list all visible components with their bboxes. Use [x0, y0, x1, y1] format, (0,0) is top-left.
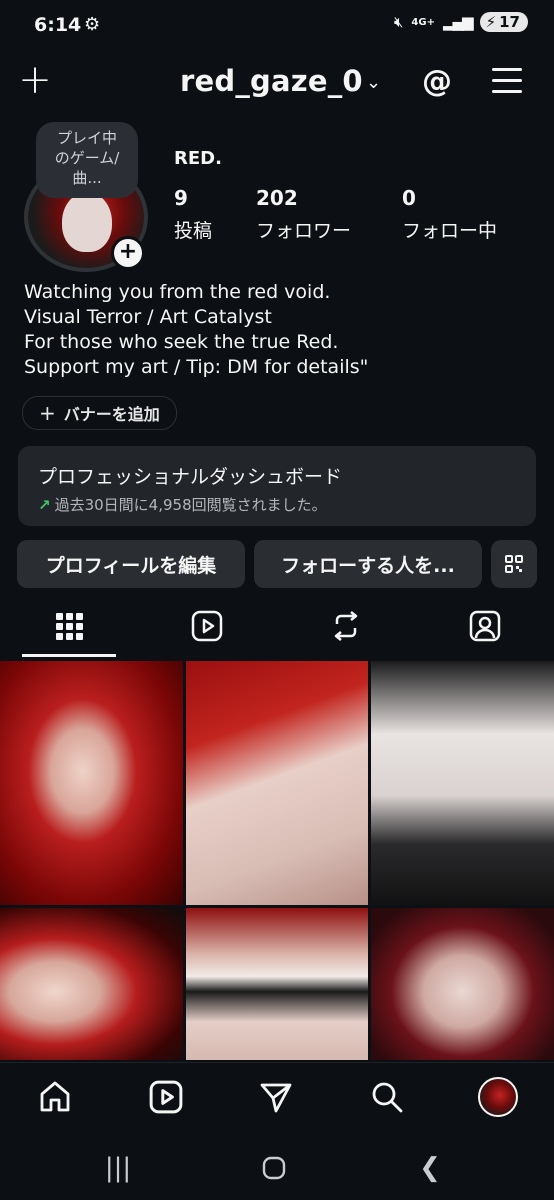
- nav-home[interactable]: [33, 1077, 77, 1117]
- tagged-user-icon: [469, 610, 501, 642]
- status-time: 6:14: [34, 14, 82, 36]
- charging-icon: ⚡: [485, 13, 497, 31]
- battery-level: 17: [499, 13, 520, 31]
- trend-up-arrow-icon: ↗: [38, 496, 51, 514]
- bio: Watching you from the red void. Visual T…: [24, 280, 368, 380]
- tab-reposts[interactable]: [316, 606, 376, 646]
- post-thumbnail[interactable]: [186, 661, 368, 905]
- note-bubble[interactable]: プレイ中 のゲーム/ 曲...: [36, 122, 138, 198]
- account-switcher-username[interactable]: red_gaze_0: [180, 64, 363, 98]
- post-thumbnail[interactable]: [0, 661, 183, 905]
- add-story-plus-icon[interactable]: +: [111, 236, 145, 270]
- chevron-down-icon[interactable]: ⌄: [366, 72, 381, 93]
- profile-avatar-icon: [478, 1077, 518, 1117]
- posts-count[interactable]: 9: [174, 186, 188, 210]
- qr-code-button[interactable]: [491, 540, 537, 588]
- dashboard-subtitle: 過去30日間に4,958回閲覧されました。: [54, 496, 327, 514]
- status-bar: 6:14 ⚙ 🔇︎ 4G+ ▂▄▆ ⚡ 17: [0, 0, 554, 52]
- following-label[interactable]: フォロー中: [402, 216, 497, 243]
- note-line-3: 曲...: [72, 169, 102, 187]
- display-name: RED.: [174, 148, 222, 169]
- post-thumbnail[interactable]: [371, 908, 554, 1060]
- tab-grid[interactable]: [39, 606, 99, 646]
- recents-icon[interactable]: |||: [98, 1150, 138, 1186]
- reels-icon: [191, 610, 223, 642]
- dashboard-subtitle-row: ↗ 過去30日間に4,958回閲覧されました。: [38, 494, 327, 515]
- following-count[interactable]: 0: [402, 186, 416, 210]
- system-home-shape: [262, 1156, 286, 1180]
- search-icon: [372, 1082, 403, 1113]
- add-banner-label: バナーを追加: [63, 405, 160, 424]
- signal-icon: ▂▄▆: [442, 13, 474, 31]
- posts-label[interactable]: 投稿: [174, 216, 212, 243]
- battery-badge: ⚡ 17: [479, 12, 528, 32]
- post-thumbnail[interactable]: [186, 908, 368, 1060]
- hamburger-menu-icon[interactable]: [492, 68, 522, 94]
- add-banner-button[interactable]: + バナーを追加: [22, 396, 177, 430]
- send-paper-plane-icon: [260, 1083, 292, 1113]
- system-home-icon[interactable]: [254, 1150, 294, 1186]
- settings-gear-icon: ⚙: [84, 14, 101, 35]
- network-label: 4G+: [411, 16, 435, 28]
- nav-messages[interactable]: [254, 1077, 298, 1117]
- nav-reels[interactable]: [144, 1077, 188, 1117]
- back-icon[interactable]: ❮: [410, 1150, 450, 1186]
- bio-line: Watching you from the red void.: [24, 281, 331, 303]
- nav-search[interactable]: [365, 1077, 409, 1117]
- post-thumbnail[interactable]: [371, 661, 554, 905]
- edit-profile-button[interactable]: プロフィールを編集: [17, 540, 245, 588]
- bio-line: For those who seek the true Red.: [24, 331, 339, 353]
- tab-tagged[interactable]: [455, 606, 515, 646]
- nav-profile[interactable]: [476, 1077, 520, 1117]
- avatar-face: [62, 192, 112, 252]
- grid-icon: [55, 612, 83, 640]
- repost-icon: [334, 611, 358, 641]
- plus-icon: +: [39, 401, 56, 425]
- tab-reels[interactable]: [177, 606, 237, 646]
- active-tab-indicator: [22, 654, 116, 657]
- home-icon: [40, 1081, 70, 1112]
- threads-icon[interactable]: @: [420, 64, 454, 100]
- bio-line: Support my art / Tip: DM for details": [24, 356, 369, 378]
- status-right: 🔇︎ 4G+ ▂▄▆ ⚡ 17: [394, 12, 528, 32]
- followers-label[interactable]: フォロワー: [256, 216, 351, 243]
- discover-people-button[interactable]: フォローする人を...: [254, 540, 482, 588]
- note-line-2: のゲーム/: [54, 149, 120, 167]
- create-plus-icon[interactable]: +: [18, 60, 52, 100]
- mute-icon: 🔇︎: [393, 13, 404, 31]
- followers-count[interactable]: 202: [256, 186, 298, 210]
- post-thumbnail[interactable]: [0, 908, 183, 1060]
- dashboard-title: プロフェッショナルダッシュボード: [38, 466, 343, 488]
- note-line-1: プレイ中: [56, 129, 117, 147]
- bio-line: Visual Terror / Art Catalyst: [24, 306, 272, 328]
- professional-dashboard-card[interactable]: プロフェッショナルダッシュボード ↗ 過去30日間に4,958回閲覧されました。: [18, 446, 536, 526]
- qr-code-icon: [505, 555, 523, 573]
- reels-icon: [149, 1080, 183, 1114]
